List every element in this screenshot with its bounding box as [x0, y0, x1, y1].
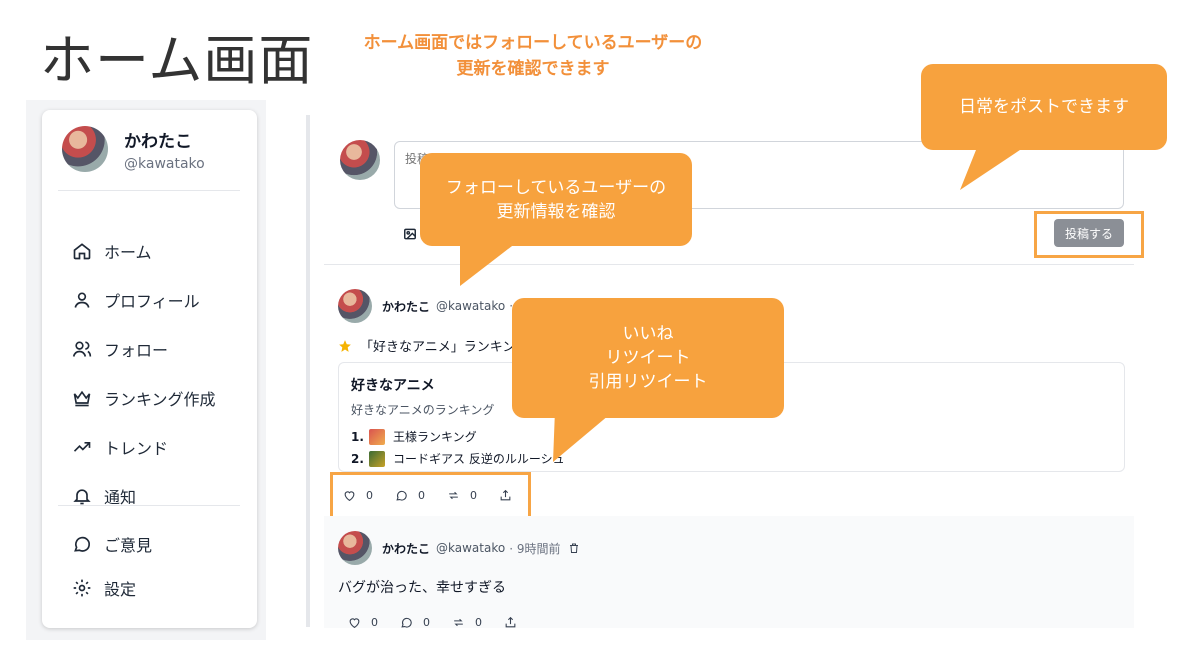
profile-handle: @kawatako — [124, 155, 205, 172]
user-icon — [74, 292, 90, 308]
post-author-handle: @kawatako — [436, 299, 506, 313]
sidebar-item-profile[interactable]: プロフィール — [72, 275, 216, 324]
retweet-count: 0 — [475, 616, 482, 629]
post-author-handle: @kawatako — [436, 541, 506, 555]
sidebar-nav: ホーム プロフィール フォロー ランキング作成 トレンド 通知 — [72, 226, 216, 520]
rank-number: 2. — [351, 451, 364, 466]
post-timestamp: · 9時間前 — [509, 541, 561, 556]
sidebar-item-feedback[interactable]: ご意見 — [72, 522, 152, 566]
avatar[interactable] — [338, 289, 372, 323]
retweet-icon — [454, 618, 463, 627]
trash-icon[interactable] — [568, 542, 580, 554]
crown-icon — [73, 390, 91, 406]
callout-text: 引用リツイート — [588, 372, 708, 392]
like-count: 0 — [371, 616, 378, 629]
share-button[interactable] — [504, 616, 527, 629]
home-icon — [73, 242, 91, 259]
avatar[interactable] — [338, 531, 372, 565]
callout-text: フォローしているユーザーの — [445, 177, 667, 198]
callout-actions: いいね リツイート 引用リツイート — [512, 298, 784, 418]
post-author-name[interactable]: かわたこ — [382, 540, 430, 557]
sidebar-item-follow[interactable]: フォロー — [72, 324, 216, 373]
post-header: かわたこ @kawatako · — [338, 289, 513, 323]
rank-label: 王様ランキング — [393, 430, 477, 444]
sidebar-item-label: ランキング作成 — [104, 389, 216, 409]
reply-button[interactable]: 0 — [400, 616, 430, 629]
sidebar-item-label: ご意見 — [104, 536, 153, 555]
callout-tail — [553, 410, 615, 462]
sidebar-item-create-ranking[interactable]: ランキング作成 — [72, 373, 216, 422]
sidebar-item-label: 通知 — [104, 487, 137, 507]
gear-icon — [73, 579, 91, 597]
sidebar-divider — [58, 190, 240, 191]
retweet-button[interactable]: 0 — [452, 616, 482, 629]
sidebar: かわたこ @kawatako ホーム プロフィール フォロー ランキング作成 ト… — [42, 110, 257, 628]
rank-label: コードギアス 反逆のルルーシュ — [393, 452, 565, 466]
users-icon — [72, 341, 92, 357]
comment-icon — [401, 617, 412, 628]
rank-number: 1. — [351, 429, 364, 444]
actions-highlight — [330, 472, 531, 520]
post-button-highlight — [1034, 211, 1144, 258]
post-author-name[interactable]: かわたこ — [382, 298, 430, 315]
composer-separator — [324, 264, 1134, 265]
anime-thumbnail — [369, 428, 385, 445]
header-note: ホーム画面ではフォローしているユーザーの 更新を確認できます — [318, 30, 748, 82]
anime-thumbnail — [369, 450, 385, 467]
ranking-item: 2. コードギアス 反逆のルルーシュ — [351, 450, 1112, 467]
callout-text: 日常をポストできます — [959, 97, 1129, 117]
sidebar-item-label: プロフィール — [104, 291, 200, 311]
heart-icon — [349, 618, 360, 629]
sidebar-divider — [58, 505, 240, 506]
star-icon — [339, 339, 351, 352]
sidebar-item-home[interactable]: ホーム — [72, 226, 216, 275]
sidebar-item-trend[interactable]: トレンド — [72, 422, 216, 471]
sidebar-item-label: 設定 — [104, 580, 137, 599]
like-button[interactable]: 0 — [348, 616, 378, 629]
post-text: バグが治った、幸せすぎる — [338, 580, 506, 596]
callout-post: 日常をポストできます — [921, 64, 1167, 150]
chat-icon — [74, 536, 90, 552]
post-headline-text: 「好きなアニメ」ランキング — [360, 340, 529, 355]
image-icon[interactable] — [403, 227, 417, 241]
share-icon — [505, 616, 516, 628]
sidebar-item-label: トレンド — [104, 438, 169, 458]
page-title: ホーム画面 — [40, 29, 314, 92]
sidebar-item-label: ホーム — [104, 242, 152, 262]
sidebar-item-label: フォロー — [104, 340, 169, 360]
sidebar-secondary-nav: ご意見 設定 — [72, 522, 152, 610]
callout-text: リツイート — [605, 348, 691, 368]
avatar — [62, 126, 108, 172]
sidebar-item-notifications[interactable]: 通知 — [72, 471, 216, 520]
trend-icon — [73, 441, 91, 452]
header-note-line-1: ホーム画面ではフォローしているユーザーの — [363, 33, 703, 53]
avatar — [340, 140, 380, 180]
bell-icon — [73, 488, 91, 504]
post-headline: 「好きなアニメ」ランキング — [338, 336, 528, 355]
callout-follow: フォローしているユーザーの 更新情報を確認 — [420, 153, 692, 246]
ranking-item: 1. 王様ランキング — [351, 428, 1112, 445]
post-actions: 0 0 0 — [348, 616, 549, 629]
sidebar-profile[interactable]: かわたこ @kawatako — [62, 126, 205, 172]
post-header: かわたこ @kawatako · 9時間前 — [338, 531, 580, 565]
callout-text: いいね — [622, 324, 674, 344]
header-note-line-2: 更新を確認できます — [456, 59, 610, 79]
profile-name: かわたこ — [124, 131, 192, 152]
callout-text: 更新情報を確認 — [496, 201, 616, 222]
main-left-border — [306, 115, 310, 627]
sidebar-item-settings[interactable]: 設定 — [72, 566, 152, 610]
reply-count: 0 — [423, 616, 430, 629]
